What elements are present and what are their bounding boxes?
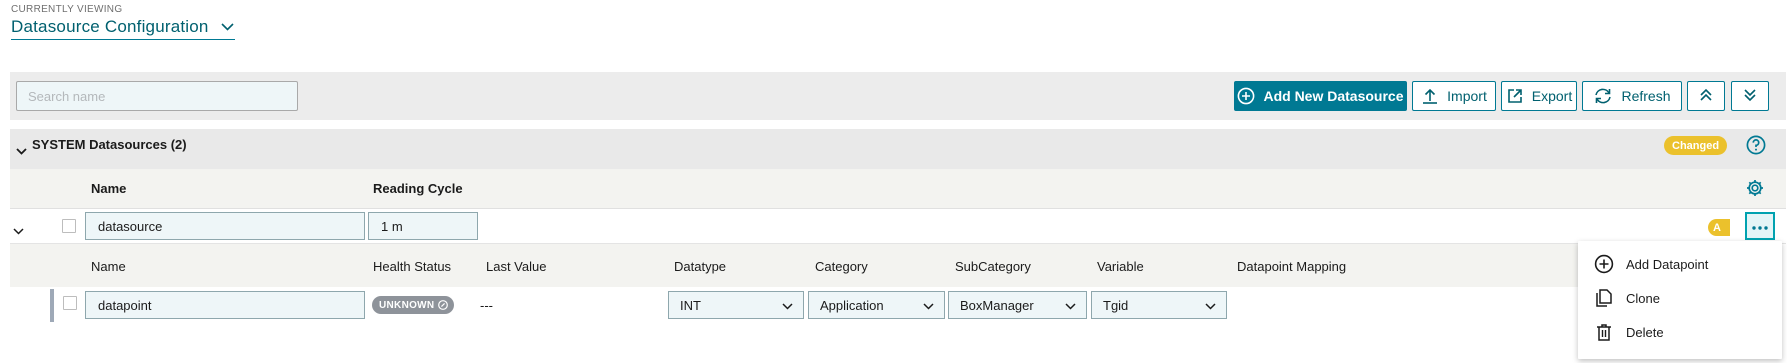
category-value: Application bbox=[820, 297, 884, 313]
menu-item-delete[interactable]: Delete bbox=[1578, 315, 1782, 349]
menu-item-label: Delete bbox=[1626, 324, 1664, 340]
collapse-all-button[interactable] bbox=[1687, 81, 1725, 111]
refresh-button[interactable]: Refresh bbox=[1582, 81, 1682, 111]
changed-badge: Changed bbox=[1664, 136, 1728, 155]
currently-viewing-label: CURRENTLY VIEWING bbox=[11, 4, 123, 15]
reading-cycle-field[interactable]: 1 m bbox=[368, 212, 478, 240]
upload-icon bbox=[1421, 87, 1439, 105]
export-icon bbox=[1506, 87, 1524, 105]
gear-icon[interactable] bbox=[1745, 178, 1765, 203]
variable-select[interactable]: Tgid bbox=[1091, 291, 1227, 319]
double-chevron-down-icon bbox=[1743, 88, 1757, 105]
category-select[interactable]: Application bbox=[808, 291, 945, 319]
help-icon[interactable] bbox=[1746, 135, 1766, 160]
column-header-reading-cycle[interactable]: Reading Cycle bbox=[373, 181, 463, 196]
dp-column-variable[interactable]: Variable bbox=[1097, 259, 1144, 274]
dp-column-datatype[interactable]: Datatype bbox=[674, 259, 726, 274]
column-header-row bbox=[10, 169, 1786, 209]
chevron-down-icon bbox=[1065, 298, 1076, 313]
dp-column-name[interactable]: Name bbox=[91, 259, 126, 274]
datatype-select[interactable]: INT bbox=[668, 291, 804, 319]
double-chevron-up-icon bbox=[1699, 88, 1713, 105]
chevron-down-icon bbox=[923, 298, 934, 313]
dp-column-mapping[interactable]: Datapoint Mapping bbox=[1237, 259, 1346, 274]
clone-icon bbox=[1594, 288, 1616, 308]
variable-value: Tgid bbox=[1103, 297, 1129, 313]
import-button[interactable]: Import bbox=[1412, 81, 1496, 111]
dp-column-subcategory[interactable]: SubCategory bbox=[955, 259, 1031, 274]
actions-menu: Add Datapoint Clone Delete bbox=[1578, 241, 1782, 359]
chevron-down-icon bbox=[1205, 298, 1216, 313]
status-badge: A bbox=[1708, 219, 1730, 236]
health-status-label: UNKNOWN bbox=[379, 299, 435, 311]
page-title: Datasource Configuration bbox=[11, 17, 209, 36]
datapoint-name-field[interactable]: datapoint bbox=[85, 291, 365, 319]
chevron-down-icon[interactable] bbox=[13, 222, 24, 240]
refresh-label: Refresh bbox=[1621, 88, 1671, 104]
add-new-datasource-button[interactable]: Add New Datasource bbox=[1234, 81, 1407, 111]
group-title: SYSTEM Datasources (2) bbox=[32, 137, 187, 152]
menu-item-add-datapoint[interactable]: Add Datapoint bbox=[1578, 247, 1782, 281]
trash-icon bbox=[1594, 322, 1616, 342]
chevron-down-icon[interactable] bbox=[16, 142, 27, 160]
info-icon bbox=[438, 300, 449, 310]
view-selector[interactable]: Datasource Configuration bbox=[11, 17, 235, 40]
menu-item-label: Clone bbox=[1626, 290, 1660, 306]
health-status-badge: UNKNOWN bbox=[372, 296, 455, 314]
search-input[interactable] bbox=[16, 81, 298, 111]
subcategory-select[interactable]: BoxManager bbox=[948, 291, 1087, 319]
dp-column-last-value[interactable]: Last Value bbox=[486, 259, 546, 274]
datasource-checkbox[interactable] bbox=[62, 219, 76, 233]
chevron-down-icon bbox=[221, 20, 235, 34]
row-indicator bbox=[50, 289, 54, 322]
chevron-down-icon bbox=[782, 298, 793, 313]
dp-column-category[interactable]: Category bbox=[815, 259, 868, 274]
menu-item-label: Add Datapoint bbox=[1626, 256, 1709, 272]
add-circle-icon bbox=[1594, 254, 1616, 274]
last-value: --- bbox=[480, 298, 493, 313]
datapoint-checkbox[interactable] bbox=[63, 296, 77, 310]
add-new-datasource-label: Add New Datasource bbox=[1263, 88, 1404, 104]
datatype-value: INT bbox=[680, 297, 701, 313]
group-header[interactable] bbox=[10, 129, 1786, 169]
refresh-icon bbox=[1593, 87, 1613, 105]
import-label: Import bbox=[1447, 88, 1487, 104]
more-icon bbox=[1752, 217, 1768, 235]
more-actions-button[interactable] bbox=[1745, 212, 1775, 240]
subcategory-value: BoxManager bbox=[960, 297, 1034, 313]
column-header-name[interactable]: Name bbox=[91, 181, 126, 196]
datasource-name-field[interactable]: datasource bbox=[85, 212, 365, 240]
export-button[interactable]: Export bbox=[1501, 81, 1577, 111]
menu-item-clone[interactable]: Clone bbox=[1578, 281, 1782, 315]
expand-all-button[interactable] bbox=[1731, 81, 1769, 111]
add-circle-icon bbox=[1237, 87, 1255, 105]
export-label: Export bbox=[1531, 88, 1573, 104]
dp-column-health[interactable]: Health Status bbox=[373, 259, 451, 274]
